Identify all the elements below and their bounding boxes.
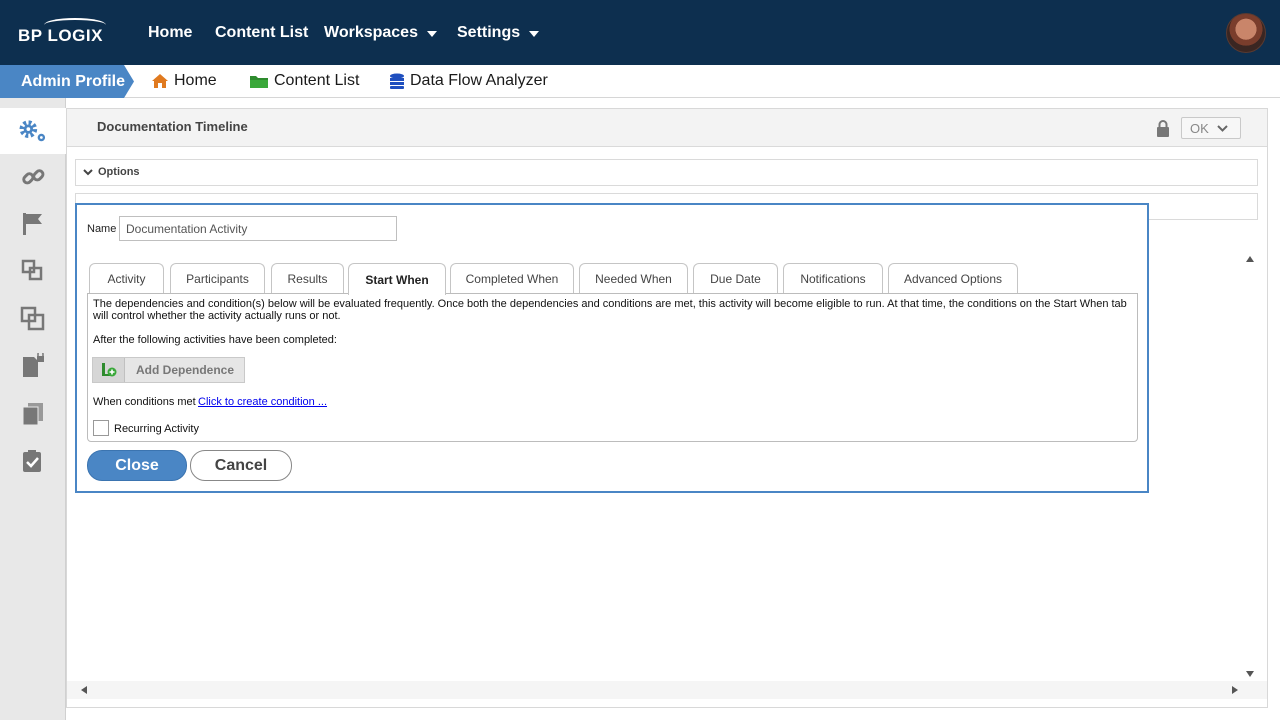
crumb-data-flow-analyzer[interactable]: Data Flow Analyzer — [389, 72, 548, 90]
logo-text: BP LOGIX — [18, 26, 103, 45]
recurring-activity-checkbox[interactable] — [93, 420, 109, 436]
user-avatar[interactable] — [1226, 13, 1266, 53]
admin-profile-label: Admin Profile — [21, 72, 126, 90]
add-dependence-icon — [93, 358, 125, 382]
folder-icon — [250, 76, 268, 88]
nav-content-list[interactable]: Content List — [215, 24, 308, 42]
tab-results[interactable]: Results — [271, 263, 344, 294]
horizontal-scrollbar[interactable] — [67, 681, 1267, 699]
chevron-down-icon — [426, 31, 437, 37]
crumb-home[interactable]: Home — [151, 72, 217, 90]
sidebar-item-settings[interactable] — [0, 108, 66, 154]
nav-workspaces-label: Workspaces — [324, 24, 418, 41]
left-sidebar — [0, 98, 66, 720]
top-navigation-bar: BP LOGIX Home Content List Workspaces Se… — [0, 0, 1280, 65]
scroll-down-arrow[interactable] — [1246, 671, 1254, 677]
tab-label: Results — [287, 272, 328, 286]
options-section[interactable]: Options — [75, 159, 1258, 186]
nav-home-label: Home — [148, 24, 193, 41]
activity-dialog: Name Activity Participants Results Start… — [75, 203, 1149, 493]
bp-logix-logo[interactable]: BP LOGIX — [18, 18, 108, 48]
crumb-content-list-label: Content List — [274, 72, 360, 89]
tab-due-date[interactable]: Due Date — [693, 263, 778, 294]
options-label: Options — [98, 166, 140, 178]
cancel-button-label: Cancel — [214, 456, 268, 474]
admin-profile-tab[interactable]: Admin Profile — [0, 65, 134, 98]
recurring-activity-label: Recurring Activity — [114, 423, 199, 435]
chevron-down-icon — [529, 31, 540, 37]
tab-completed-when[interactable]: Completed When — [450, 263, 574, 294]
page-title: Documentation Timeline — [97, 119, 248, 134]
close-button[interactable]: Close — [87, 450, 187, 481]
chevron-down-icon — [1217, 124, 1228, 132]
tab-label: Completed When — [465, 272, 559, 286]
scroll-up-arrow[interactable] — [1246, 256, 1254, 262]
crumb-content-list[interactable]: Content List — [249, 72, 359, 90]
add-dependence-button[interactable]: Add Dependence — [92, 357, 245, 383]
tab-needed-when[interactable]: Needed When — [579, 263, 688, 294]
nav-settings-label: Settings — [457, 24, 521, 41]
database-icon — [390, 73, 404, 89]
create-condition-link[interactable]: Click to create condition ... — [198, 396, 327, 408]
tab-notifications[interactable]: Notifications — [783, 263, 883, 294]
locked-document-icon[interactable] — [20, 353, 46, 379]
tab-activity[interactable]: Activity — [89, 263, 164, 294]
tab-start-when[interactable]: Start When — [348, 263, 446, 295]
gears-icon — [19, 120, 46, 142]
add-dependence-label: Add Dependence — [136, 363, 235, 377]
lock-icon[interactable] — [1156, 120, 1170, 138]
nav-settings[interactable]: Settings — [457, 24, 540, 42]
crumb-data-flow-analyzer-label: Data Flow Analyzer — [410, 72, 548, 89]
nav-workspaces[interactable]: Workspaces — [324, 24, 437, 42]
tab-label: Start When — [365, 272, 429, 287]
tab-label: Due Date — [710, 272, 761, 286]
ok-button-label: OK — [1190, 120, 1209, 136]
checklist-icon[interactable] — [20, 448, 46, 474]
tab-label: Advanced Options — [903, 272, 1003, 286]
tab-label: Participants — [186, 272, 249, 286]
copy-large-icon[interactable] — [20, 306, 46, 332]
flag-icon[interactable] — [20, 211, 46, 237]
dependencies-label: After the following activities have been… — [93, 334, 337, 346]
scroll-left-arrow[interactable] — [81, 686, 87, 694]
conditions-label: When conditions met — [93, 396, 196, 408]
tab-label: Notifications — [800, 272, 866, 286]
nav-home[interactable]: Home — [148, 24, 192, 42]
cancel-button[interactable]: Cancel — [190, 450, 292, 481]
tab-advanced-options[interactable]: Advanced Options — [888, 263, 1018, 294]
name-input[interactable] — [119, 216, 397, 241]
start-when-description: The dependencies and condition(s) below … — [93, 298, 1127, 322]
nav-content-list-label: Content List — [215, 24, 309, 41]
close-button-label: Close — [115, 456, 159, 474]
scroll-right-arrow[interactable] — [1232, 686, 1238, 694]
documents-icon[interactable] — [20, 401, 46, 427]
tab-label: Activity — [107, 272, 146, 286]
tab-participants[interactable]: Participants — [170, 263, 265, 294]
link-icon[interactable] — [20, 164, 46, 190]
ok-button[interactable]: OK — [1181, 117, 1241, 139]
home-icon — [152, 74, 168, 88]
main-header: Documentation Timeline OK — [67, 109, 1267, 147]
name-label: Name — [87, 223, 117, 235]
breadcrumb-bar: Admin Profile Home Content List Data Flo… — [0, 65, 1280, 98]
copy-small-icon[interactable] — [20, 258, 46, 284]
start-when-panel: The dependencies and condition(s) below … — [87, 293, 1138, 442]
tab-label: Needed When — [595, 272, 672, 286]
chevron-down-icon — [83, 169, 93, 176]
crumb-home-label: Home — [174, 72, 217, 89]
